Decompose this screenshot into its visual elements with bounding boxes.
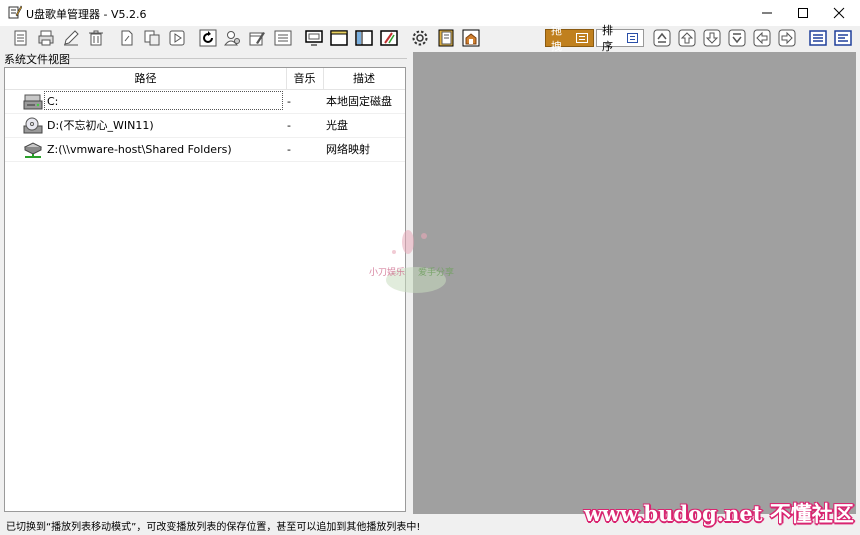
- music-value: -: [287, 95, 291, 108]
- screen-icon: [305, 30, 323, 46]
- focus-rect: [44, 91, 283, 110]
- watermark-logo: 小刀娱乐 爱手分享: [369, 230, 454, 293]
- group-divider: [66, 58, 408, 59]
- file-list[interactable]: 路径 音乐 描述 C: - 本地固定磁盘 D:(不忘初心_WIN11) - 光盘…: [4, 67, 406, 512]
- list-item[interactable]: C: - 本地固定磁盘: [5, 90, 405, 114]
- window-title: U盘歌单管理器 - V5.2.6: [26, 8, 147, 21]
- open-box-button[interactable]: [461, 28, 481, 48]
- move-down-button[interactable]: [702, 28, 722, 48]
- play-icon: [169, 30, 185, 46]
- move-up-icon: [678, 29, 696, 47]
- drive-path: D:(不忘初心_WIN11): [47, 119, 154, 132]
- notepad-pencil-icon: [8, 5, 22, 19]
- sort-mode-button[interactable]: 排序: [596, 24, 644, 53]
- list-view-button[interactable]: [808, 28, 828, 48]
- edit-button[interactable]: [61, 28, 81, 48]
- refresh-button[interactable]: [198, 28, 218, 48]
- hard-drive-icon: [23, 94, 43, 110]
- settings-icon: [412, 30, 428, 46]
- list-view-icon: [809, 30, 827, 46]
- window-button[interactable]: [329, 28, 349, 48]
- calendar-edit-icon: [249, 32, 265, 46]
- play-button[interactable]: [167, 28, 187, 48]
- move-left-button[interactable]: [752, 28, 772, 48]
- watermark-text-left: 小刀娱乐: [369, 266, 405, 278]
- detail-view-icon: [834, 30, 852, 46]
- open-box-icon: [462, 29, 480, 47]
- detail-view-button[interactable]: [833, 28, 853, 48]
- sort-mode-label: 排序: [602, 24, 613, 53]
- toolbar: 拖拽 排序: [0, 24, 860, 53]
- notebook-icon: [438, 29, 454, 47]
- drive-path: Z:(\\vmware-host\Shared Folders): [47, 143, 232, 156]
- move-top-icon: [653, 29, 671, 47]
- drag-mode-label: 拖拽: [551, 24, 562, 53]
- delete-icon: [89, 30, 103, 46]
- page-icon: [121, 30, 133, 46]
- drag-mode-button[interactable]: 拖拽: [545, 24, 594, 53]
- columns-button[interactable]: [354, 28, 374, 48]
- new-playlist-icon: [14, 30, 27, 46]
- page-button[interactable]: [117, 28, 137, 48]
- drive-desc: 光盘: [326, 119, 348, 132]
- copy-button[interactable]: [142, 28, 162, 48]
- delete-button[interactable]: [86, 28, 106, 48]
- drive-path: C:: [47, 95, 59, 108]
- list-item[interactable]: Z:(\\vmware-host\Shared Folders) - 网络映射: [5, 138, 405, 162]
- user-button[interactable]: [222, 28, 242, 48]
- screen-button[interactable]: [304, 28, 324, 48]
- settings-button[interactable]: [410, 28, 430, 48]
- column-path[interactable]: 路径: [5, 68, 287, 89]
- edit-box-icon: [380, 30, 398, 46]
- status-message: 已切换到“播放列表移动模式”，可改变播放列表的保存位置，甚至可以追加到其他播放列…: [6, 522, 421, 533]
- print-icon: [38, 30, 54, 46]
- copy-icon: [144, 30, 160, 46]
- file-view-group-label: 系统文件视图: [4, 53, 70, 66]
- move-up-button[interactable]: [677, 28, 697, 48]
- new-playlist-button[interactable]: [11, 28, 31, 48]
- list-item[interactable]: D:(不忘初心_WIN11) - 光盘: [5, 114, 405, 138]
- maximize-icon: [798, 8, 808, 18]
- edit-box-button[interactable]: [379, 28, 399, 48]
- column-desc[interactable]: 描述: [323, 68, 405, 89]
- columns-icon: [355, 30, 373, 46]
- network-drive-icon: [23, 142, 43, 158]
- close-icon: [833, 7, 845, 19]
- move-left-icon: [753, 29, 771, 47]
- calendar-edit-button[interactable]: [247, 28, 267, 48]
- list-icon: [626, 33, 638, 43]
- watermark-text-right: 爱手分享: [418, 266, 454, 278]
- drive-desc: 网络映射: [326, 143, 370, 156]
- music-value: -: [287, 119, 291, 132]
- drive-desc: 本地固定磁盘: [326, 95, 392, 108]
- minimize-icon: [762, 12, 772, 14]
- list-icon: [274, 30, 292, 46]
- notebook-button[interactable]: [436, 28, 456, 48]
- move-bottom-button[interactable]: [727, 28, 747, 48]
- list-icon: [576, 33, 588, 43]
- playlist-panel[interactable]: [413, 52, 856, 514]
- move-right-button[interactable]: [777, 28, 797, 48]
- move-down-icon: [703, 29, 721, 47]
- move-bottom-icon: [728, 29, 746, 47]
- music-value: -: [287, 143, 291, 156]
- user-icon: [223, 31, 240, 46]
- window-icon: [330, 30, 348, 46]
- move-right-icon: [778, 29, 796, 47]
- site-watermark: www.budog.net 不懂社区: [584, 501, 854, 526]
- refresh-icon: [199, 29, 217, 47]
- move-top-button[interactable]: [652, 28, 672, 48]
- optical-drive-icon: [23, 117, 43, 134]
- print-button[interactable]: [36, 28, 56, 48]
- close-button[interactable]: [816, 0, 860, 26]
- column-music[interactable]: 音乐: [286, 68, 324, 89]
- column-header: 路径 音乐 描述: [5, 68, 405, 90]
- edit-icon: [64, 30, 79, 46]
- title-bar: U盘歌单管理器 - V5.2.6: [0, 0, 860, 26]
- list-button[interactable]: [273, 28, 293, 48]
